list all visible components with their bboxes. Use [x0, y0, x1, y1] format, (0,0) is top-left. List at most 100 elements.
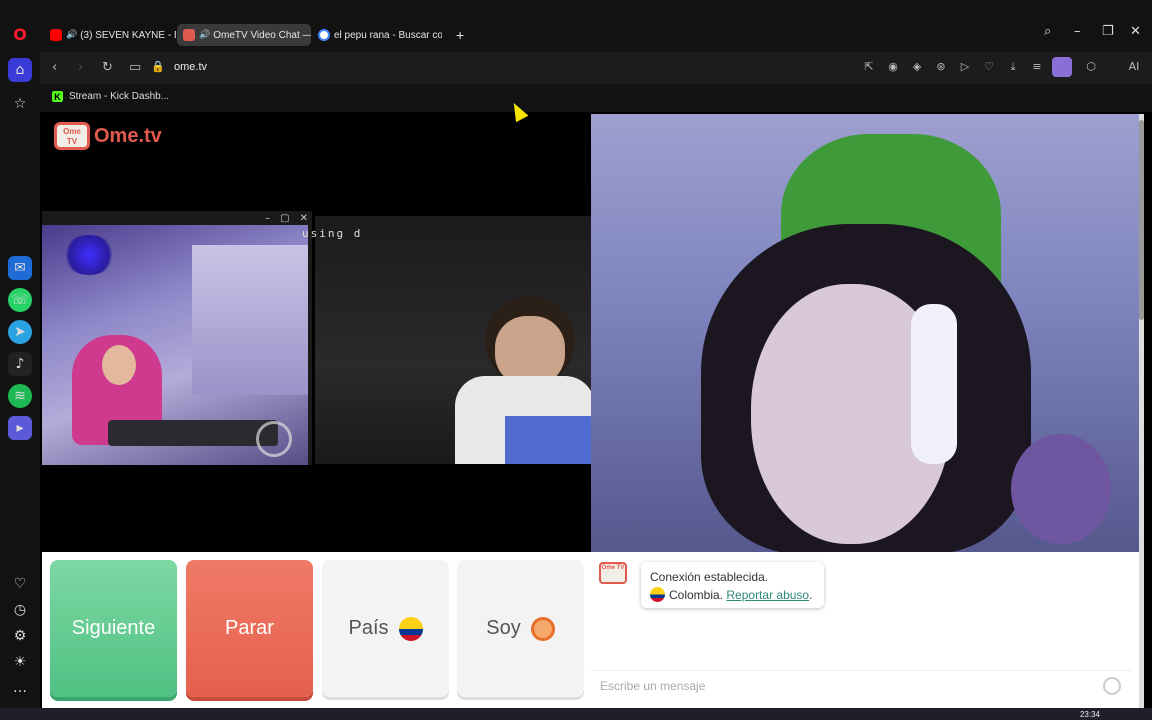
plus-icon: +: [456, 27, 465, 43]
clock: 23:34: [1079, 710, 1100, 719]
colombia-flag-icon: [650, 587, 665, 602]
chat-panel: Ome TV Conexión establecida. Colombia. R…: [591, 552, 1139, 708]
youtube-icon: [50, 29, 62, 41]
speaker-icon: 🔊: [199, 30, 211, 40]
tab-bar: 🔊 (3) SEVEN KAYNE - DA 🔊 OmeTV Video Cha…: [40, 0, 1152, 52]
next-button[interactable]: Siguiente: [50, 560, 177, 697]
person-face: [102, 345, 136, 385]
shelves: [192, 245, 308, 395]
tab-label: OmeTV Video Chat —: [213, 29, 311, 41]
search-tabs-icon[interactable]: ⌕: [1044, 24, 1051, 39]
player-icon[interactable]: ▸: [8, 416, 32, 440]
plush: [1011, 434, 1111, 544]
ometv-logo[interactable]: Ome TV Ome.tv: [54, 122, 162, 150]
shield-icon[interactable]: ◈: [910, 60, 924, 74]
system-message: Conexión establecida. Colombia. Reportar…: [641, 562, 824, 608]
download-icon[interactable]: ⤓: [1006, 60, 1020, 74]
country-label: País: [348, 617, 389, 639]
gender-label: Soy: [486, 617, 521, 639]
kick-icon: K: [52, 91, 63, 102]
bookmark-kick[interactable]: K Stream - Kick Dashb...: [52, 91, 169, 102]
bookmarks-bar: K Stream - Kick Dashb...: [40, 84, 1152, 112]
vpn-icon[interactable]: ⊛: [934, 60, 948, 74]
tab-google[interactable]: el pepu rana - Buscar con: [312, 24, 442, 46]
opera-logo-icon[interactable]: O: [8, 22, 32, 46]
remote-video-right: [591, 114, 1139, 552]
led-light: [505, 416, 591, 464]
message-placeholder: Escribe un mensaje: [600, 679, 706, 693]
keyboard: [108, 420, 278, 446]
home-icon[interactable]: ⌂: [8, 58, 32, 82]
ometv-page: Ome TV Ome.tv – ▢ ✕ using d Siguiente Pa…: [40, 114, 1144, 708]
tv-logo-icon: Ome TV: [54, 122, 90, 150]
pip-maximize-icon[interactable]: ▢: [280, 213, 289, 224]
address-bar: ‹ › ↻ ▭ 🔒 ome.tv ⇱ ◉ ◈ ⊛ ▷ ♡ ⤓ ≡ ⬡ AI: [40, 52, 1152, 84]
connection-status: Conexión establecida.: [650, 570, 769, 584]
tab-youtube[interactable]: 🔊 (3) SEVEN KAYNE - DA: [44, 24, 176, 46]
minimize-button[interactable]: –: [1074, 24, 1081, 39]
play-icon[interactable]: ▷: [958, 60, 972, 74]
camera-icon[interactable]: ◉: [886, 60, 900, 74]
star-icon[interactable]: ☆: [8, 92, 32, 116]
country-name: Colombia.: [669, 588, 724, 602]
lightbulb-icon[interactable]: ☀: [8, 650, 32, 674]
pip-minimize-icon[interactable]: –: [265, 213, 270, 224]
share-icon[interactable]: ⇱: [862, 60, 876, 74]
stop-button[interactable]: Parar: [186, 560, 313, 697]
logo-text: Ome.tv: [94, 124, 162, 147]
message-input[interactable]: Escribe un mensaje: [591, 670, 1131, 700]
heart-icon[interactable]: ♡: [8, 572, 32, 596]
close-window-button[interactable]: ✕: [1130, 24, 1141, 39]
country-line: Colombia. Reportar abuso.: [650, 586, 815, 604]
overlay-text: using d: [302, 227, 363, 240]
telegram-icon[interactable]: ➤: [8, 320, 32, 344]
chat-controls: Siguiente Parar País Soy: [42, 552, 591, 708]
tab-label: (3) SEVEN KAYNE - DA: [80, 29, 176, 41]
lock-icon: 🔒: [151, 60, 165, 73]
next-label: Siguiente: [71, 617, 156, 639]
gender-button[interactable]: Soy: [457, 560, 584, 697]
ometv-icon: [183, 29, 195, 41]
more-icon[interactable]: …: [8, 676, 32, 700]
tab-ometv[interactable]: 🔊 OmeTV Video Chat —: [177, 24, 311, 46]
url-field[interactable]: ome.tv: [174, 61, 207, 73]
emoji-icon[interactable]: [1103, 677, 1121, 695]
taskbar: 23:34: [0, 708, 1152, 720]
remote-video-left: [315, 216, 591, 464]
forward-button[interactable]: ›: [78, 60, 83, 75]
female-avatar-icon: [530, 616, 555, 641]
google-icon: [318, 29, 330, 41]
pip-video: [42, 225, 308, 465]
pip-titlebar: – ▢ ✕: [42, 211, 312, 225]
history-icon[interactable]: ◷: [8, 598, 32, 622]
report-abuse-link[interactable]: Reportar abuso: [726, 588, 809, 602]
period: .: [809, 588, 813, 602]
picture-in-picture-window[interactable]: – ▢ ✕: [42, 211, 312, 465]
tab-label: el pepu rana - Buscar con: [334, 29, 442, 41]
pip-close-icon[interactable]: ✕: [300, 213, 308, 224]
tiktok-icon[interactable]: ♪: [8, 352, 32, 376]
bookmark-label: Stream - Kick Dashb...: [69, 91, 170, 102]
page-scrollbar[interactable]: [1139, 114, 1144, 708]
ai-button[interactable]: AI: [1120, 60, 1148, 74]
reload-button[interactable]: ↻: [102, 60, 113, 75]
ometv-chat-icon: Ome TV: [599, 562, 627, 584]
cube-icon[interactable]: ⬡: [1084, 60, 1098, 74]
headphones: [911, 304, 957, 464]
whatsapp-icon[interactable]: ☏: [8, 288, 32, 312]
new-tab-button[interactable]: +: [450, 24, 470, 46]
settings-icon[interactable]: ⚙: [8, 624, 32, 648]
heart-outline-icon[interactable]: ♡: [982, 60, 996, 74]
scroll-thumb[interactable]: [1139, 120, 1144, 320]
messenger-icon[interactable]: ✉: [8, 256, 32, 280]
spotify-icon[interactable]: ≋: [8, 384, 32, 408]
restore-button[interactable]: ❐: [1102, 24, 1114, 39]
stop-label: Parar: [225, 617, 274, 639]
menu-icon[interactable]: ≡: [1030, 60, 1044, 74]
snapshot-icon[interactable]: ▭: [129, 60, 141, 75]
stream-logo-icon: [256, 421, 292, 457]
profile-avatar[interactable]: [1052, 57, 1072, 77]
colombia-flag-icon: [398, 616, 423, 641]
country-button[interactable]: País: [322, 560, 449, 697]
back-button[interactable]: ‹: [52, 60, 57, 75]
